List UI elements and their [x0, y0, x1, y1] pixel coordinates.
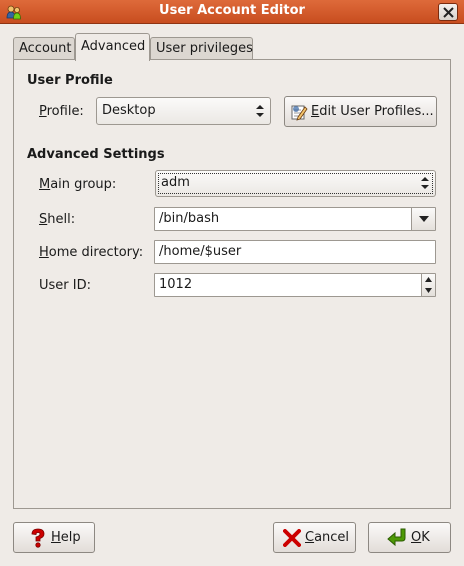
close-icon	[443, 7, 454, 18]
home-directory-field[interactable]: /home/$user	[154, 240, 436, 264]
shell-dropdown-button[interactable]	[411, 208, 435, 230]
user-id-spin-buttons[interactable]	[421, 274, 435, 296]
tab-user-privileges-label: User privileges	[156, 41, 253, 56]
cancel-icon	[283, 529, 301, 551]
close-button[interactable]	[438, 3, 458, 21]
main-group-label: Main group:	[39, 177, 117, 192]
main-group-value: adm	[161, 175, 190, 190]
tab-advanced[interactable]: Advanced	[75, 33, 150, 61]
spin-up-icon[interactable]	[425, 277, 432, 282]
tab-user-privileges[interactable]: User privileges	[150, 37, 253, 60]
main-group-combo[interactable]: adm	[155, 170, 436, 197]
user-profile-heading: User Profile	[27, 73, 113, 88]
focus-ring	[158, 173, 433, 194]
window-title: User Account Editor	[159, 3, 305, 18]
ok-label: OK	[411, 530, 430, 545]
chevron-down-icon	[419, 216, 429, 222]
ok-icon	[387, 527, 409, 551]
up-down-arrows-icon	[421, 177, 429, 189]
profile-value: Desktop	[102, 103, 156, 118]
user-id-label: User ID:	[39, 278, 91, 293]
tab-advanced-label: Advanced	[81, 39, 146, 54]
tab-account-label: Account	[19, 41, 72, 56]
profile-label: Profile:	[39, 104, 84, 119]
edit-profile-icon	[290, 103, 308, 125]
shell-label: Shell:	[39, 212, 76, 227]
shell-value: /bin/bash	[159, 211, 220, 226]
tab-account[interactable]: Account	[13, 37, 75, 60]
help-button[interactable]: Help	[13, 522, 95, 553]
up-down-arrows-icon	[256, 105, 264, 117]
home-directory-value: /home/$user	[159, 244, 242, 259]
cancel-label: Cancel	[305, 530, 350, 545]
help-icon	[29, 528, 47, 552]
home-directory-label: Home directory:	[39, 245, 144, 260]
advanced-settings-heading: Advanced Settings	[27, 147, 165, 162]
profile-combo[interactable]: Desktop	[96, 97, 271, 125]
edit-user-profiles-label: Edit User Profiles...	[311, 104, 434, 119]
cancel-button[interactable]: Cancel	[273, 522, 356, 553]
title-bar: User Account Editor	[0, 0, 464, 24]
shell-combo-entry[interactable]: /bin/bash	[154, 207, 436, 231]
user-id-spinbutton[interactable]: 1012	[154, 273, 436, 297]
spin-down-icon[interactable]	[425, 288, 432, 293]
tab-panel-advanced: User Profile Profile: Desktop Edit User …	[13, 59, 451, 509]
edit-user-profiles-button[interactable]: Edit User Profiles...	[284, 96, 437, 127]
help-label: Help	[51, 530, 81, 545]
user-id-value: 1012	[159, 277, 193, 292]
ok-button[interactable]: OK	[368, 522, 451, 553]
